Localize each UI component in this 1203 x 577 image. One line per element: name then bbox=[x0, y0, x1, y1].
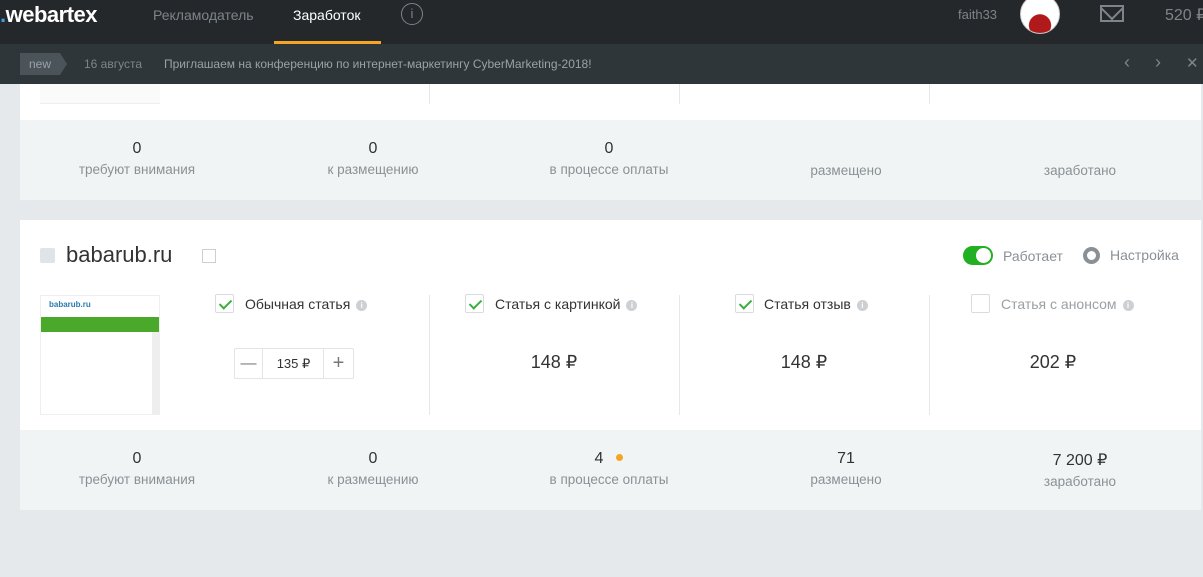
checkbox-announce[interactable] bbox=[971, 294, 990, 313]
price-announce: 202 ₽ bbox=[1029, 352, 1077, 372]
info-icon[interactable]: i bbox=[626, 300, 638, 311]
stat-placed: размещено bbox=[810, 163, 882, 178]
new-badge: new bbox=[20, 53, 67, 75]
decrement-button[interactable]: — bbox=[235, 349, 263, 378]
balance[interactable]: 520 ₽ bbox=[1165, 5, 1203, 25]
next-icon[interactable]: › bbox=[1155, 52, 1161, 73]
info-icon[interactable]: i bbox=[856, 300, 868, 311]
stat-to-place: 0к размещению bbox=[327, 450, 419, 487]
stat-payment: 4в процессе оплаты bbox=[549, 450, 669, 487]
site-card-1 bbox=[20, 84, 1201, 120]
site-name[interactable]: babarub.ru bbox=[66, 242, 172, 268]
info-icon[interactable]: i bbox=[1122, 300, 1134, 311]
info-icon[interactable]: i bbox=[356, 300, 368, 311]
stat-payment: 0в процессе оплаты bbox=[549, 140, 669, 177]
logo[interactable]: .webartex bbox=[0, 2, 98, 28]
stat-attention: 0 требуют внимания bbox=[78, 450, 196, 487]
checkbox-regular[interactable] bbox=[215, 294, 234, 313]
nav-advertiser[interactable]: Рекламодатель bbox=[153, 7, 254, 23]
info-icon[interactable]: i bbox=[401, 3, 423, 25]
status-toggle[interactable] bbox=[963, 246, 993, 265]
checkbox-picture[interactable] bbox=[465, 294, 484, 313]
pending-dot-icon bbox=[616, 454, 624, 461]
price-input[interactable]: 135 ₽ bbox=[263, 349, 324, 378]
increment-button[interactable]: + bbox=[323, 349, 353, 378]
price-picture: 148 ₽ bbox=[530, 352, 578, 372]
stat-earned: 7 200 ₽ заработано bbox=[1043, 452, 1117, 489]
stat-attention: 0 требуют внимания bbox=[78, 140, 196, 177]
site-2-stats: 0 требуют внимания 0к размещению 4в проце… bbox=[20, 430, 1201, 510]
price-review: 148 ₽ bbox=[780, 352, 828, 372]
external-link-icon[interactable] bbox=[202, 249, 216, 263]
stat-placed: 71 размещено bbox=[810, 450, 882, 487]
mail-icon[interactable] bbox=[1100, 5, 1124, 22]
news-link[interactable]: Приглашаем на конференцию по интернет-ма… bbox=[164, 57, 592, 71]
news-bar: new 16 августа Приглашаем на конференцию… bbox=[0, 44, 1203, 84]
close-icon[interactable]: ✕ bbox=[1186, 54, 1199, 72]
top-bar: .webartex Рекламодатель Заработок i fait… bbox=[0, 0, 1203, 44]
settings-link[interactable]: Настройка bbox=[1110, 247, 1179, 263]
avatar[interactable] bbox=[1020, 0, 1060, 34]
checkbox-review[interactable] bbox=[735, 294, 754, 313]
stat-to-place: 0к размещению bbox=[327, 140, 419, 177]
price-stepper: — 135 ₽ + bbox=[234, 348, 354, 379]
site-thumbnail[interactable]: babarub.ru bbox=[40, 295, 160, 415]
status-label: Работает bbox=[1003, 248, 1063, 264]
prev-icon[interactable]: ‹ bbox=[1124, 52, 1130, 73]
news-date: 16 августа bbox=[84, 57, 143, 71]
nav-earnings[interactable]: Заработок bbox=[293, 7, 360, 23]
site-select-checkbox[interactable] bbox=[40, 248, 55, 263]
username[interactable]: faith33 bbox=[958, 7, 997, 22]
site-1-stats: 0 требуют внимания 0к размещению 0в проце… bbox=[20, 120, 1201, 200]
gear-icon[interactable] bbox=[1083, 247, 1100, 264]
stat-earned: заработано bbox=[1043, 163, 1117, 178]
site-card-babarub: babarub.ru Работает Настройка babarub.ru bbox=[20, 220, 1201, 430]
logo-text: webartex bbox=[5, 2, 98, 27]
site-thumbnail bbox=[40, 84, 160, 104]
